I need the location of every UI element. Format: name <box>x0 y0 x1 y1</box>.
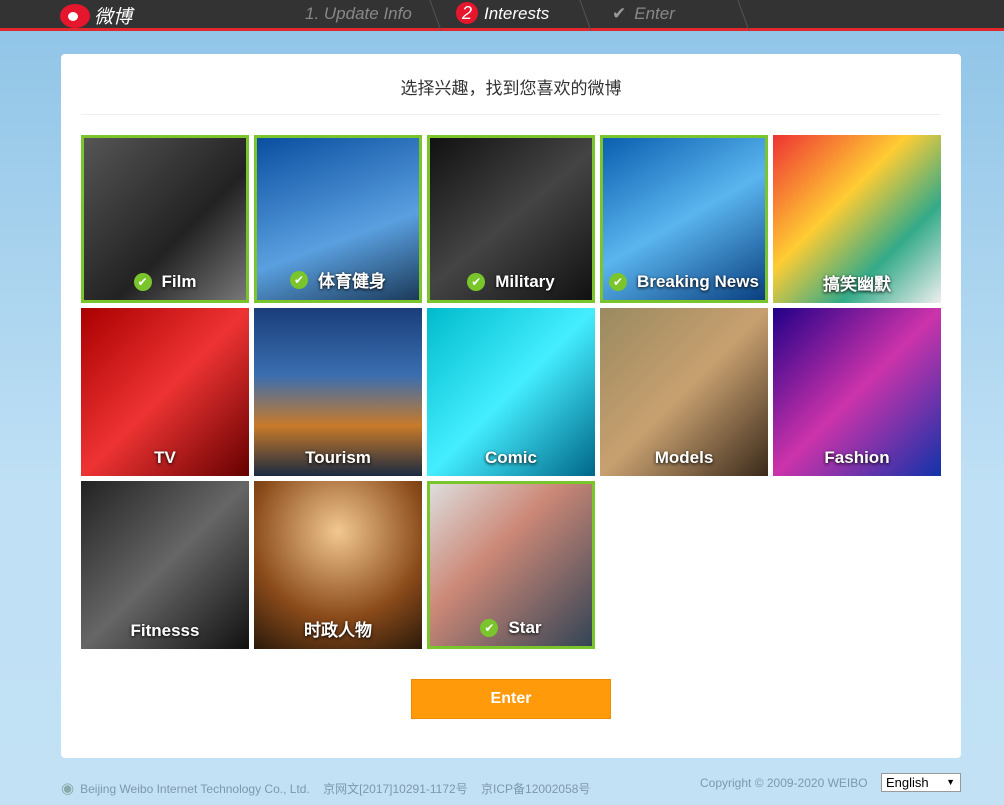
tile-label: Fashion <box>773 448 941 468</box>
tile-label-text: 时政人物 <box>304 621 372 640</box>
tile-label: Comic <box>427 448 595 468</box>
footer-left: ◉ Beijing Weibo Internet Technology Co., … <box>61 779 590 797</box>
company-name: Beijing Weibo Internet Technology Co., L… <box>80 782 310 796</box>
language-value: English <box>886 775 929 790</box>
weibo-small-icon: ◉ <box>61 780 75 797</box>
step-update-info: 1. Update Info <box>305 4 412 23</box>
tile-label: Tourism <box>254 448 422 468</box>
page-title: 选择兴趣，找到您喜欢的微博 <box>400 79 622 98</box>
tile-label-text: Fashion <box>824 448 890 467</box>
top-bar: 微博 1. Update Info 2 Interests ✔ Enter <box>0 0 1004 31</box>
interest-tile[interactable]: Fashion <box>773 308 941 476</box>
step-divider <box>566 0 592 31</box>
step-divider <box>416 0 442 31</box>
tile-label-text: Fitnesss <box>130 621 200 640</box>
language-select[interactable]: English ▼ <box>881 773 961 792</box>
tile-label-text: Models <box>654 448 714 467</box>
interest-tile[interactable]: 时政人物 <box>254 481 422 649</box>
check-icon: ✔ <box>290 270 308 289</box>
logo-text: 微博 <box>94 7 133 28</box>
tile-label-text: Film <box>161 272 197 291</box>
interest-card: 选择兴趣，找到您喜欢的微博 ✔ Film ✔ 体育健身 ✔ Military ✔ Breaki… <box>61 54 961 758</box>
interest-tile[interactable]: Tourism <box>254 308 422 476</box>
interest-tile[interactable]: ✔ 体育健身 <box>254 135 422 303</box>
step-label: Interests <box>484 4 550 23</box>
tile-label: ✔ 体育健身 <box>257 267 419 292</box>
tile-label: ✔ Breaking News <box>603 272 765 292</box>
tile-label-text: Comic <box>485 448 537 467</box>
copyright: Copyright © 2009-2020 WEIBO <box>700 776 868 790</box>
step-label: Enter <box>634 4 675 23</box>
tile-label-text: Breaking News <box>637 272 759 291</box>
weibo-eye-icon <box>60 3 90 28</box>
tile-label: ✔ Star <box>430 618 592 638</box>
step-enter: ✔ Enter <box>612 4 675 24</box>
tile-label-text: 体育健身 <box>318 272 386 291</box>
tile-label: ✔ Film <box>84 272 246 292</box>
interest-tile[interactable]: Comic <box>427 308 595 476</box>
interest-tile[interactable]: Models <box>600 308 768 476</box>
step-number-badge: 2 <box>456 2 478 24</box>
tile-label: 时政人物 <box>254 616 422 641</box>
tile-label: ✔ Military <box>430 272 592 292</box>
check-icon: ✔ <box>467 273 486 291</box>
tile-label: TV <box>81 448 249 468</box>
tile-label: Models <box>600 448 768 468</box>
step-divider <box>724 0 750 31</box>
check-icon: ✔ <box>480 619 499 637</box>
tile-label-text: Star <box>508 618 542 637</box>
interest-tile[interactable]: ✔ Breaking News <box>600 135 768 303</box>
dropdown-arrow-icon: ▼ <box>946 777 955 787</box>
tile-label-text: TV <box>154 448 176 467</box>
tile-label-text: Tourism <box>305 448 371 467</box>
interest-tile[interactable]: ✔ Military <box>427 135 595 303</box>
interest-tile[interactable]: TV <box>81 308 249 476</box>
interest-tile[interactable]: 搞笑幽默 <box>773 135 941 303</box>
check-icon: ✔ <box>609 273 628 291</box>
tile-label: 搞笑幽默 <box>773 270 941 295</box>
enter-button[interactable]: Enter <box>411 679 611 719</box>
weibo-logo[interactable]: 微博 <box>60 2 132 29</box>
interest-tile[interactable]: ✔ Film <box>81 135 249 303</box>
icp-link[interactable]: 京ICP备12002058号 <box>481 782 590 796</box>
step-interests: 2 Interests <box>456 2 549 24</box>
interest-tile[interactable]: Fitnesss <box>81 481 249 649</box>
tile-label: Fitnesss <box>81 621 249 641</box>
divider <box>81 114 941 115</box>
check-icon: ✔ <box>133 273 152 291</box>
check-icon: ✔ <box>612 4 627 23</box>
license-link[interactable]: 京网文[2017]10291-1172号 <box>323 782 468 796</box>
interest-tile[interactable]: ✔ Star <box>427 481 595 649</box>
tile-label-text: Military <box>495 272 555 291</box>
tile-label-text: 搞笑幽默 <box>823 275 891 294</box>
